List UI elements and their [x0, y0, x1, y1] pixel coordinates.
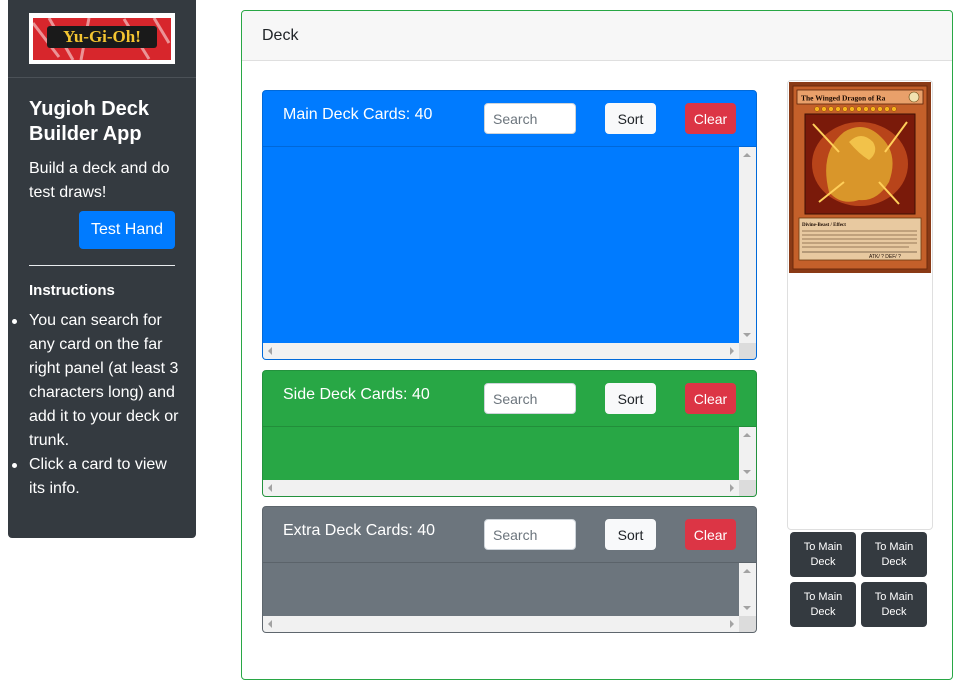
to-main-deck-button[interactable]: To Main Deck: [790, 532, 856, 577]
sidebar-separator: [29, 265, 175, 266]
scroll-corner: [739, 480, 756, 496]
to-main-deck-button[interactable]: To Main Deck: [861, 532, 927, 577]
scroll-down-icon[interactable]: [743, 606, 751, 610]
app-title: Yugioh Deck Builder App: [29, 98, 150, 145]
main-deck-horizontal-scrollbar[interactable]: [263, 343, 739, 359]
main-deck-header: Main Deck Cards: 40 Sort Clear: [263, 91, 756, 147]
scroll-left-icon[interactable]: [268, 347, 272, 355]
app-description: Build a deck and do test draws!: [29, 160, 170, 201]
scroll-right-icon[interactable]: [730, 484, 734, 492]
side-deck-clear-button[interactable]: Clear: [685, 383, 736, 414]
side-deck-vertical-scrollbar[interactable]: [739, 427, 756, 480]
bullet-icon: [12, 319, 17, 324]
scroll-down-icon[interactable]: [743, 470, 751, 474]
main-deck-panel: Main Deck Cards: 40 Sort Clear: [262, 90, 757, 360]
card-atk-def: ATK/ ? DEF/ ?: [869, 254, 901, 260]
sidebar: Yu-Gi-Oh! Yugioh Deck Builder App Build …: [8, 0, 196, 538]
scroll-right-icon[interactable]: [730, 620, 734, 628]
instruction-text: Click a card to view its info.: [29, 456, 167, 497]
main-deck-vertical-scrollbar[interactable]: [739, 147, 756, 343]
extra-deck-sort-button[interactable]: Sort: [605, 519, 656, 550]
instruction-item: Click a card to view its info.: [12, 453, 179, 501]
instruction-text: You can search for any card on the far r…: [29, 312, 179, 449]
scroll-up-icon[interactable]: [743, 433, 751, 437]
extra-deck-title: Extra Deck Cards: 40: [283, 522, 436, 539]
scroll-left-icon[interactable]: [268, 620, 272, 628]
scroll-up-icon[interactable]: [743, 569, 751, 573]
instructions-list: You can search for any card on the far r…: [12, 309, 179, 501]
scroll-left-icon[interactable]: [268, 484, 272, 492]
to-main-deck-button[interactable]: To Main Deck: [790, 582, 856, 627]
main-deck-search-input[interactable]: [484, 103, 576, 134]
deck-header: Deck: [242, 11, 952, 61]
extra-deck-header: Extra Deck Cards: 40 Sort Clear: [263, 507, 756, 563]
instruction-item: You can search for any card on the far r…: [12, 309, 179, 453]
logo-text: Yu-Gi-Oh!: [63, 27, 141, 46]
extra-deck-search-input[interactable]: [484, 519, 576, 550]
extra-deck-clear-button[interactable]: Clear: [685, 519, 736, 550]
to-main-deck-button[interactable]: To Main Deck: [861, 582, 927, 627]
card-image[interactable]: The Winged Dragon of Ra Divine-Beast / E…: [789, 82, 931, 273]
test-hand-button[interactable]: Test Hand: [79, 211, 175, 249]
yugioh-logo: Yu-Gi-Oh!: [29, 13, 175, 64]
deck-card: Deck Main Deck Cards: 40 Sort Clear Side…: [241, 10, 953, 680]
side-deck-header: Side Deck Cards: 40 Sort Clear: [263, 371, 756, 427]
extra-deck-panel: Extra Deck Cards: 40 Sort Clear: [262, 506, 757, 633]
card-type-text: Divine-Beast / Effect: [802, 223, 846, 228]
scroll-down-icon[interactable]: [743, 333, 751, 337]
card-name-text: The Winged Dragon of Ra: [801, 94, 886, 103]
side-deck-horizontal-scrollbar[interactable]: [263, 480, 739, 496]
bullet-icon: [12, 463, 17, 468]
side-deck-panel: Side Deck Cards: 40 Sort Clear: [262, 370, 757, 497]
extra-deck-vertical-scrollbar[interactable]: [739, 563, 756, 616]
sidebar-divider: [8, 77, 196, 78]
side-deck-search-input[interactable]: [484, 383, 576, 414]
scroll-right-icon[interactable]: [730, 347, 734, 355]
main-deck-sort-button[interactable]: Sort: [605, 103, 656, 134]
main-deck-clear-button[interactable]: Clear: [685, 103, 736, 134]
extra-deck-horizontal-scrollbar[interactable]: [263, 616, 739, 632]
side-deck-title: Side Deck Cards: 40: [283, 386, 430, 403]
scroll-up-icon[interactable]: [743, 153, 751, 157]
card-preview-panel: The Winged Dragon of Ra Divine-Beast / E…: [787, 80, 933, 530]
scroll-corner: [739, 343, 756, 359]
scroll-corner: [739, 616, 756, 632]
instructions-title: Instructions: [29, 282, 115, 299]
main-deck-title: Main Deck Cards: 40: [283, 106, 433, 123]
side-deck-sort-button[interactable]: Sort: [605, 383, 656, 414]
